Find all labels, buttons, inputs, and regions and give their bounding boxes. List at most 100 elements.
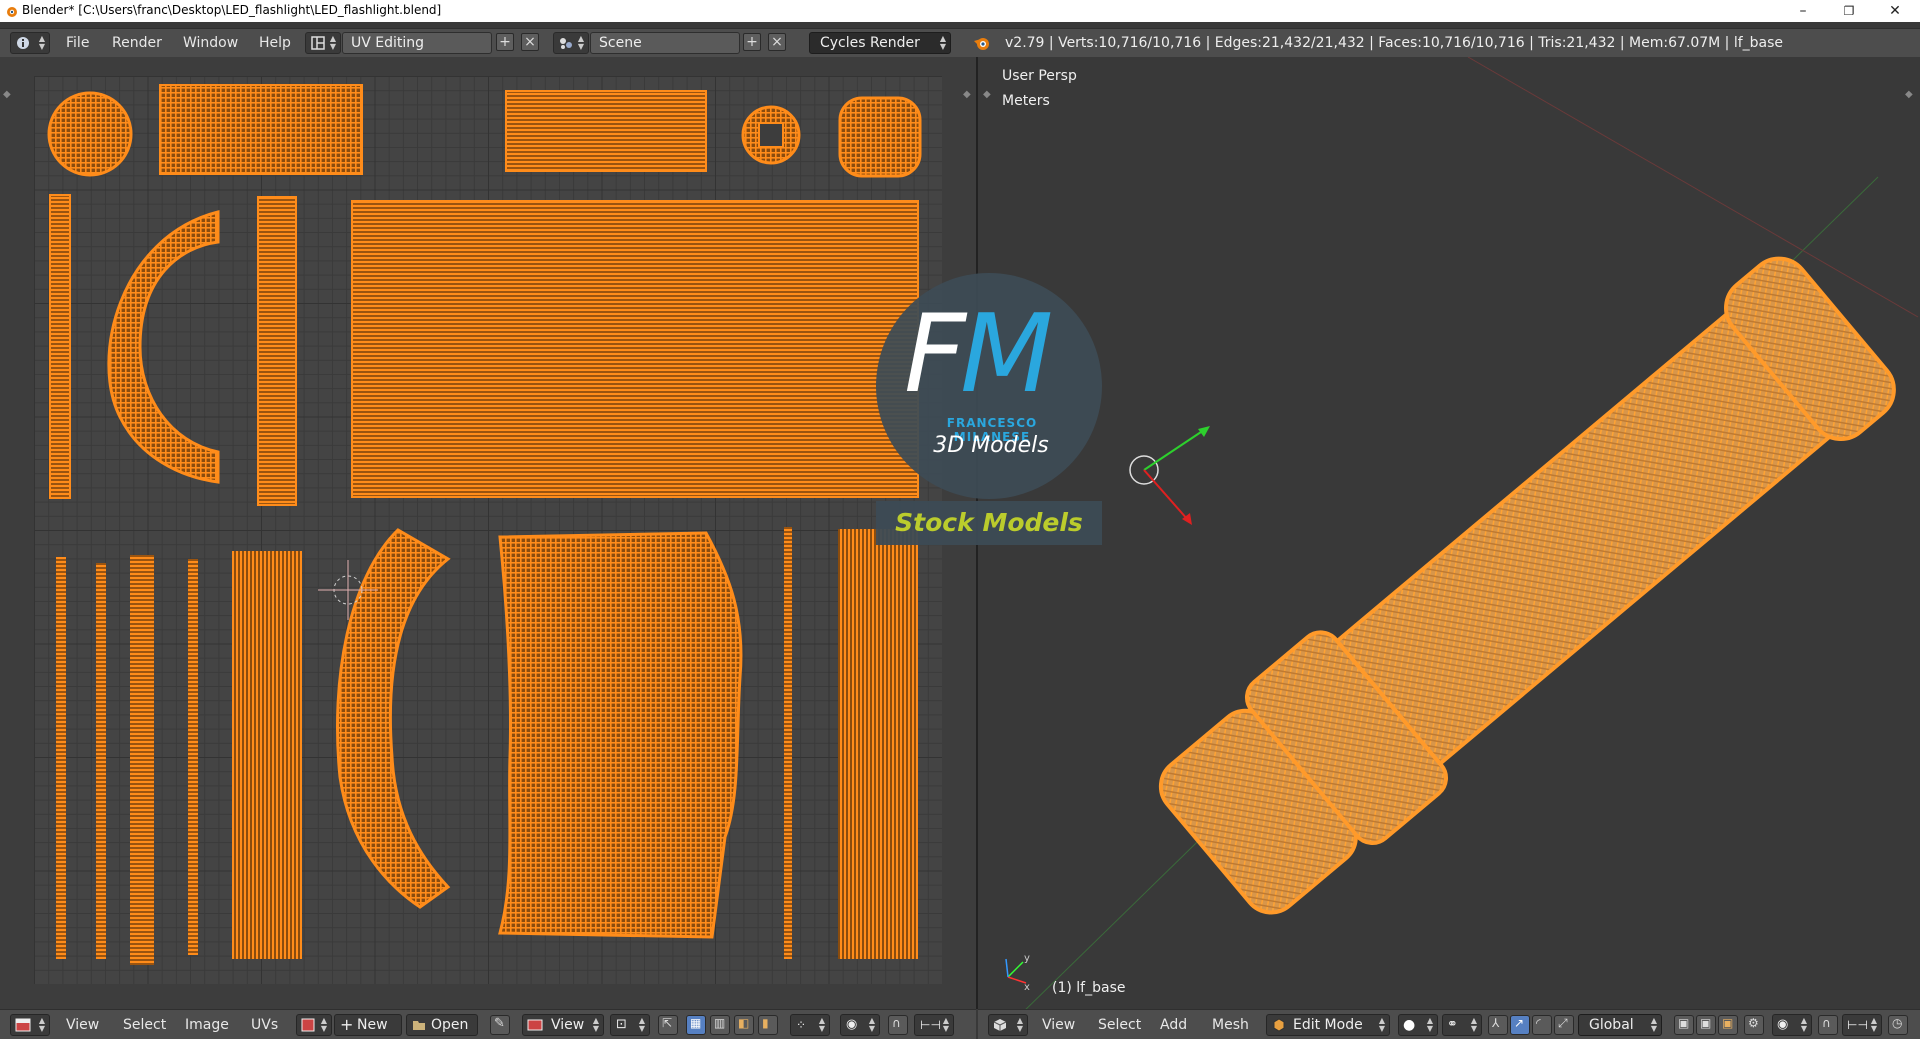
snap-element-select[interactable]: ⊢⊣ ▲ ▼	[914, 1014, 954, 1036]
uv-island-thread	[232, 551, 302, 959]
layer-button[interactable]: ▣	[1674, 1015, 1694, 1035]
image-browse[interactable]: ▲ ▼	[296, 1014, 332, 1036]
3d-menu-mesh[interactable]: Mesh	[1212, 1017, 1249, 1033]
open-image-label: Open	[431, 1017, 469, 1033]
uv-menu-view[interactable]: View	[66, 1017, 99, 1033]
plus-icon: +	[746, 34, 758, 50]
chevron-updown-icon: ▲ ▼	[1800, 1016, 1807, 1033]
layer-button[interactable]: ▣	[1718, 1015, 1738, 1035]
menu-window[interactable]: Window	[183, 35, 238, 51]
chevron-updown-icon: ▲ ▼	[1870, 1016, 1877, 1033]
scene-field[interactable]: Scene	[590, 32, 740, 54]
interaction-mode-select[interactable]: Edit Mode ▲ ▼	[1266, 1014, 1390, 1036]
svg-text:x: x	[1024, 982, 1030, 993]
menu-help[interactable]: Help	[259, 35, 291, 51]
edge-select-mode-button[interactable]: ▥	[710, 1015, 730, 1035]
sticky-select-mode[interactable]: ⁘ ▲ ▼	[790, 1014, 830, 1036]
pivot-icon: ⚭	[1447, 1017, 1458, 1032]
3d-menu-add[interactable]: Add	[1160, 1017, 1187, 1033]
menu-render[interactable]: Render	[112, 35, 162, 51]
chevron-updown-icon: ▲ ▼	[942, 1016, 949, 1033]
info-header: ▲ ▼ File Render Window Help ▲ ▼ UV Editing…	[0, 28, 1920, 58]
uv-island-cap	[838, 96, 922, 178]
island-select-mode-button[interactable]: ▮	[758, 1015, 778, 1035]
uv-editor-type-selector[interactable]: ▲ ▼	[10, 1014, 50, 1036]
image-editor-icon	[15, 1018, 31, 1032]
restore-button[interactable]: ❐	[1826, 0, 1872, 22]
rotate-manipulator-button[interactable]: ◜	[1532, 1015, 1552, 1035]
plus-icon: +	[340, 1015, 354, 1034]
transform-orientation-select[interactable]: Global ▲ ▼	[1578, 1014, 1662, 1036]
manipulator-icon: ⅄	[1492, 1016, 1500, 1030]
proportional-edit-select[interactable]: ◉ ▲ ▼	[1772, 1014, 1812, 1036]
scene-browse[interactable]: ▲ ▼	[553, 32, 589, 54]
vertex-select-mode-button[interactable]: ▦	[686, 1015, 706, 1035]
3d-view-header: ▲ ▼ View Select Add Mesh Edit Mode ▲ ▼ ● ▲ ▼…	[978, 1009, 1920, 1039]
viewport-shading-select[interactable]: ● ▲ ▼	[1398, 1014, 1438, 1036]
image-icon	[301, 1018, 315, 1032]
opengl-render-button[interactable]: ◷	[1888, 1015, 1908, 1035]
snap-toggle-button[interactable]: ∩	[888, 1015, 908, 1035]
cube-icon: ▣	[1678, 1016, 1690, 1030]
chevron-updown-icon: ▲ ▼	[38, 1016, 45, 1033]
pin-image-button[interactable]: ✎	[490, 1015, 510, 1035]
uv-menu-uvs[interactable]: UVs	[251, 1017, 278, 1033]
uv-island-body	[351, 200, 919, 498]
add-screen-button[interactable]: +	[496, 33, 514, 51]
window-title: Blender* [C:\Users\franc\Desktop\LED_fla…	[22, 3, 442, 17]
folder-icon	[413, 1021, 425, 1030]
manipulator-toggle-button[interactable]: ⅄	[1488, 1015, 1508, 1035]
3d-editor-type-selector[interactable]: ▲ ▼	[988, 1014, 1028, 1036]
magnet-icon: ∩	[1822, 1016, 1831, 1030]
editor-type-selector[interactable]: ▲ ▼	[10, 32, 50, 54]
3d-menu-select[interactable]: Select	[1098, 1017, 1141, 1033]
interaction-mode-label: Edit Mode	[1293, 1017, 1363, 1033]
3d-view-icon	[993, 1019, 1007, 1031]
pivot-point-select[interactable]: ⚭ ▲ ▼	[1442, 1014, 1482, 1036]
open-image-button[interactable]: Open	[406, 1014, 478, 1036]
add-scene-button[interactable]: +	[743, 33, 761, 51]
snap-element-select[interactable]: ⊢⊣ ▲ ▼	[1842, 1014, 1882, 1036]
chevron-updown-icon: ▲ ▼	[1470, 1016, 1477, 1033]
remove-scene-button[interactable]: ×	[768, 33, 786, 51]
minimize-button[interactable]: –	[1780, 0, 1826, 22]
watermark-letter-m: M	[960, 292, 1053, 417]
scale-manipulator-button[interactable]: ⤢	[1554, 1015, 1574, 1035]
remove-screen-button[interactable]: ×	[521, 33, 539, 51]
face-select-mode-button[interactable]: ◧	[734, 1015, 754, 1035]
pivot-select[interactable]: ⊡ ▲ ▼	[610, 1014, 650, 1036]
3d-viewport[interactable]: ◆ ◆ User Persp Meters y x (1) lf_base	[978, 57, 1920, 1009]
close-window-button[interactable]: ✕	[1872, 0, 1918, 22]
snap-toggle-button[interactable]: ∩	[1818, 1015, 1838, 1035]
scene-statistics: v2.79 | Verts:10,716/10,716 | Edges:21,4…	[1005, 35, 1784, 51]
face-select-icon: ◧	[738, 1016, 750, 1030]
uv-image-editor[interactable]: ◆ ◆	[0, 57, 976, 1009]
uv-view-mode-select[interactable]: View ▲ ▼	[522, 1014, 604, 1036]
uv-menu-select[interactable]: Select	[123, 1017, 166, 1033]
solid-shading-icon: ●	[1403, 1017, 1416, 1033]
render-engine-label: Cycles Render	[820, 35, 920, 51]
menu-file[interactable]: File	[66, 35, 89, 51]
arrow-icon: ↗	[1514, 1016, 1525, 1030]
uv-menu-image[interactable]: Image	[185, 1017, 229, 1033]
render-engine-select[interactable]: Cycles Render ▲ ▼	[809, 32, 951, 54]
3d-menu-view[interactable]: View	[1042, 1017, 1075, 1033]
transform-orientation-label: Global	[1589, 1017, 1634, 1033]
rotate-icon: ◜	[1536, 1016, 1541, 1030]
transform-manipulator[interactable]	[1129, 426, 1210, 525]
proportional-edit-select[interactable]: ◉ ▲ ▼	[840, 1014, 880, 1036]
new-image-button[interactable]: + New	[334, 1014, 402, 1036]
translate-manipulator-button[interactable]: ↗	[1510, 1015, 1530, 1035]
uv-island-strip	[784, 527, 792, 959]
screen-layout-browse[interactable]: ▲ ▼	[305, 32, 341, 54]
sync-selection-button[interactable]: ⇱	[658, 1015, 678, 1035]
chevron-updown-icon: ▲ ▼	[577, 34, 584, 51]
uv-island-grip-strip	[159, 84, 363, 175]
layer-button[interactable]: ▣	[1696, 1015, 1716, 1035]
chevron-updown-icon: ▲ ▼	[320, 1016, 327, 1033]
info-icon	[17, 37, 29, 49]
cube-icon: ▣	[1700, 1016, 1712, 1030]
screen-layout-field[interactable]: UV Editing	[342, 32, 492, 54]
render-border-button[interactable]: ⚙	[1744, 1015, 1764, 1035]
proportional-edit-icon: ◉	[846, 1017, 858, 1032]
